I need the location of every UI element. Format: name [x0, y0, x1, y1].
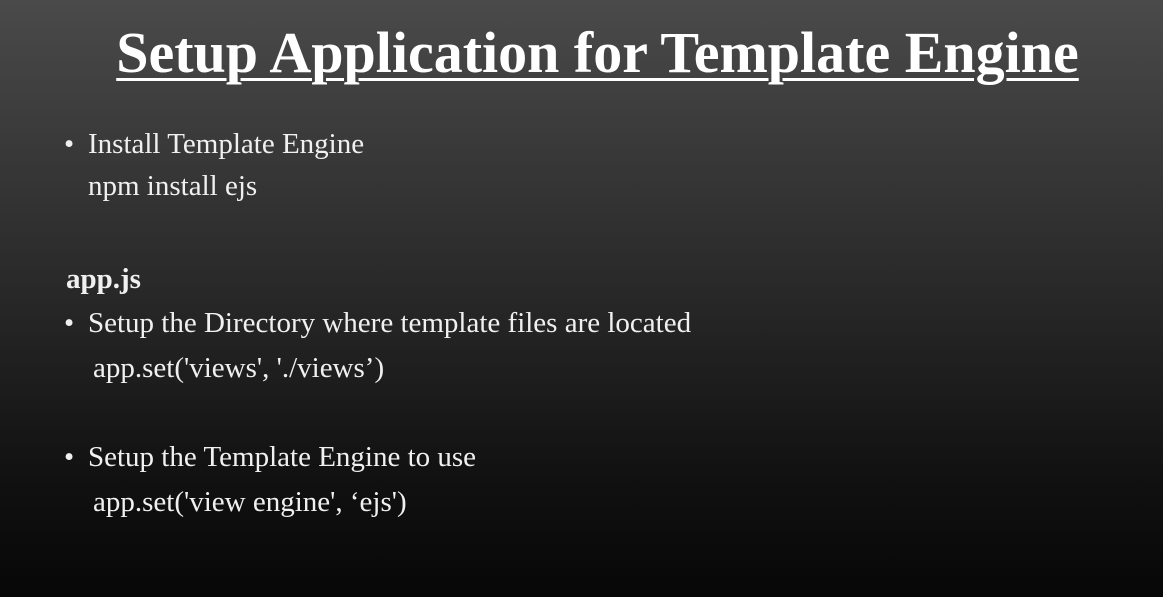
bullet-install-code: npm install ejs: [88, 170, 258, 202]
bullet-directory-code: app.set('views', './views’): [93, 352, 385, 384]
slide: Setup Application for Template Engine • …: [0, 0, 1163, 597]
bullet-marker: •: [64, 441, 75, 473]
bullet-marker: •: [64, 307, 75, 339]
bullet-engine-text: Setup the Template Engine to use: [88, 441, 477, 473]
slide-title: Setup Application for Template Engine: [116, 20, 1079, 85]
bullet-directory-text: Setup the Directory where template files…: [88, 307, 692, 339]
bullet-marker: •: [64, 128, 75, 160]
section-heading: app.js: [66, 263, 141, 295]
bullet-install-text: Install Template Engine: [88, 128, 365, 160]
bullet-engine-code: app.set('view engine', ‘ejs'): [93, 486, 407, 518]
